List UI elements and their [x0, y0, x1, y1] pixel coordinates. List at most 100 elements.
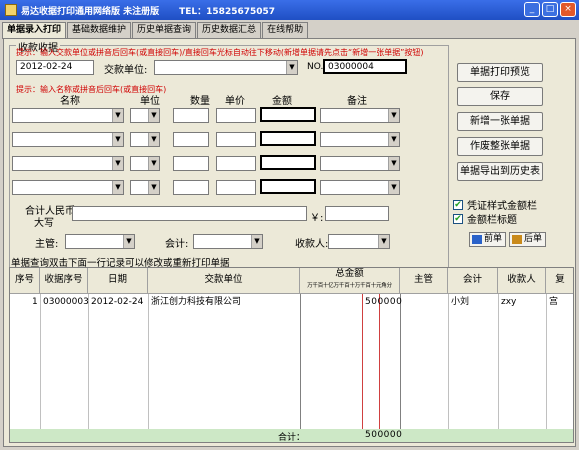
title-bar: 易达收据打印通用网络版 未注册版 TEL：15825675057 _ □ ×: [0, 0, 579, 20]
chevron-down-icon: ▼: [148, 181, 159, 194]
chevron-down-icon: ▼: [286, 61, 297, 74]
chevron-down-icon: ▼: [112, 109, 123, 122]
item-amount-field[interactable]: [260, 155, 316, 170]
cell-accountant: 小刘: [451, 297, 470, 307]
no-label: NO.: [307, 62, 324, 72]
item-name-combo[interactable]: ▼: [12, 180, 124, 195]
tab-history-summary[interactable]: 历史数据汇总: [197, 22, 262, 38]
header-payer[interactable]: 交款单位: [148, 268, 300, 294]
print-preview-button[interactable]: 单据打印预览: [457, 63, 543, 82]
void-receipt-button[interactable]: 作废整张单据: [457, 137, 543, 156]
column-divider: [300, 294, 301, 442]
tab-base-data[interactable]: 基础数据维护: [67, 22, 132, 38]
column-divider: [448, 294, 449, 442]
chevron-down-icon: ▼: [148, 109, 159, 122]
column-divider: [546, 294, 547, 442]
receipt-table[interactable]: 序号 收据序号 日期 交款单位 总金额 万千百十亿万千百十万千百十元角分 主管 …: [9, 267, 574, 443]
total-amount-field[interactable]: [325, 206, 389, 221]
grid-total-row: 合计： 500000: [10, 429, 573, 443]
item-name-combo[interactable]: ▼: [12, 108, 124, 123]
item-price-field[interactable]: [216, 108, 256, 123]
grid-total-label: 合计：: [278, 433, 306, 443]
header-receipt-no[interactable]: 收据序号: [40, 268, 88, 294]
cell-payee: zxy: [501, 297, 517, 307]
item-amount-field[interactable]: [260, 179, 316, 194]
maximize-button[interactable]: □: [542, 2, 558, 17]
prev-receipt-button[interactable]: 前单: [469, 232, 507, 247]
item-unit-combo[interactable]: ▼: [130, 108, 160, 123]
amount-separator: [379, 294, 380, 442]
payer-combo[interactable]: ▼: [154, 60, 298, 75]
item-price-field[interactable]: [216, 132, 256, 147]
minimize-button[interactable]: _: [524, 2, 540, 17]
window-title: 易达收据打印通用网络版 未注册版: [21, 6, 160, 17]
column-divider: [40, 294, 41, 442]
accountant-label: 会计:: [165, 239, 189, 250]
item-remark-combo[interactable]: ▼: [320, 132, 400, 147]
column-divider: [148, 294, 149, 442]
header-accountant[interactable]: 会计: [448, 268, 498, 294]
header-payee[interactable]: 收款人: [498, 268, 546, 294]
item-unit-combo[interactable]: ▼: [130, 156, 160, 171]
tab-entry-print[interactable]: 单据录入打印: [2, 22, 67, 39]
amount-separator: [362, 294, 363, 442]
checkmark-icon: ✔: [453, 213, 463, 224]
cell-amount: 500000: [365, 297, 403, 307]
receipt-no-field[interactable]: 03000004: [323, 59, 407, 74]
hint-text-1: 提示：输入交款单位或拼音后回车(或直接回车)/直接回车光标自动往下移动(新增单据…: [16, 48, 424, 57]
amount-title-checkbox[interactable]: ✔ 金额栏标题: [453, 211, 517, 226]
item-price-field[interactable]: [216, 156, 256, 171]
item-unit-combo[interactable]: ▼: [130, 132, 160, 147]
grid-total-amount: 500000: [365, 430, 403, 440]
item-name-combo[interactable]: ▼: [12, 132, 124, 147]
total-uppercase-field[interactable]: [72, 206, 307, 221]
item-qty-field[interactable]: [173, 108, 209, 123]
accountant-combo[interactable]: ▼: [193, 234, 263, 249]
arrow-right-icon: [512, 235, 522, 244]
item-qty-field[interactable]: [173, 132, 209, 147]
tab-online-help[interactable]: 在线帮助: [262, 22, 309, 38]
header-extra[interactable]: 复: [546, 268, 573, 294]
tab-history-query[interactable]: 历史单据查询: [132, 22, 197, 38]
item-remark-combo[interactable]: ▼: [320, 108, 400, 123]
receipt-group: 收款收据 提示：输入交款单位或拼音后回车(或直接回车)/直接回车光标自动往下移动…: [9, 39, 449, 282]
item-qty-field[interactable]: [173, 180, 209, 195]
item-unit-combo[interactable]: ▼: [130, 180, 160, 195]
item-remark-combo[interactable]: ▼: [320, 180, 400, 195]
item-remark-combo[interactable]: ▼: [320, 156, 400, 171]
save-button[interactable]: 保存: [457, 87, 543, 106]
item-amount-field[interactable]: [260, 107, 316, 122]
chevron-down-icon: ▼: [378, 235, 389, 248]
voucher-style-checkbox[interactable]: ✔ 凭证样式金额栏: [453, 197, 537, 212]
supervisor-combo[interactable]: ▼: [65, 234, 135, 249]
header-date[interactable]: 日期: [88, 268, 148, 294]
header-total-amount-label: 总金额: [335, 268, 364, 279]
app-icon: [5, 4, 17, 16]
amount-digit-subheader: 万千百十亿万千百十万千百十元角分: [307, 283, 392, 289]
new-receipt-button[interactable]: 新增一张单据: [457, 112, 543, 131]
chevron-down-icon: ▼: [388, 109, 399, 122]
col-amount-header: 金额: [272, 96, 292, 107]
export-history-button[interactable]: 单据导出到历史表: [457, 162, 543, 181]
next-receipt-button[interactable]: 后单: [509, 232, 547, 247]
yen-label: ￥:: [310, 213, 324, 224]
payee-combo[interactable]: ▼: [328, 234, 390, 249]
col-remark-header: 备注: [347, 96, 367, 107]
header-supervisor[interactable]: 主管: [400, 268, 448, 294]
chevron-down-icon: ▼: [148, 157, 159, 170]
voucher-style-label: 凭证样式金额栏: [467, 201, 537, 212]
header-seq[interactable]: 序号: [10, 268, 40, 294]
col-unit-header: 单位: [140, 96, 160, 107]
close-button[interactable]: ×: [560, 2, 576, 17]
column-divider: [498, 294, 499, 442]
amount-title-label: 金额栏标题: [467, 215, 517, 226]
item-amount-field[interactable]: [260, 131, 316, 146]
item-price-field[interactable]: [216, 180, 256, 195]
header-total-amount[interactable]: 总金额 万千百十亿万千百十万千百十元角分: [300, 268, 400, 294]
arrow-left-icon: [472, 235, 482, 244]
cell-extra: 宫: [549, 297, 559, 307]
date-field[interactable]: 2012-02-24: [16, 60, 94, 75]
item-qty-field[interactable]: [173, 156, 209, 171]
cell-seq: 1: [32, 297, 38, 307]
item-name-combo[interactable]: ▼: [12, 156, 124, 171]
